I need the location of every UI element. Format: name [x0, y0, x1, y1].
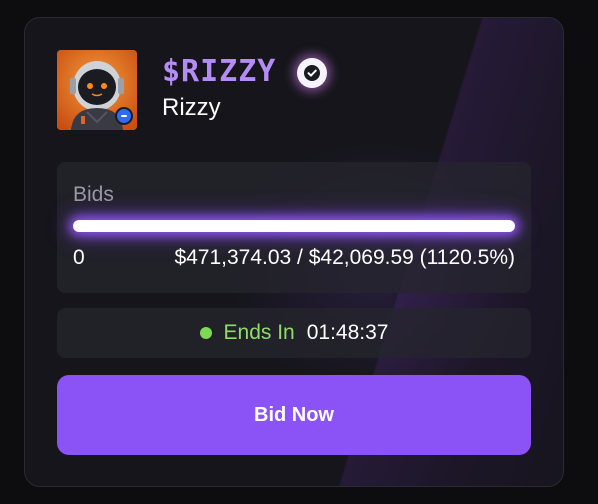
bids-panel: Bids 0 $471,374.03 / $42,069.59 (1120.5%…: [57, 162, 531, 293]
token-ticker: $RIZZY: [162, 54, 277, 89]
bid-now-button[interactable]: Bid Now: [57, 375, 531, 455]
token-auction-card: $RIZZY Rizzy Bids 0 $471,374.03 / $42,06…: [24, 17, 564, 487]
ends-in-label: Ends In: [223, 321, 295, 344]
bids-progress-fill: [73, 220, 515, 232]
avatar-status-badge: [115, 107, 133, 125]
verified-badge-icon: [297, 58, 327, 88]
bids-label: Bids: [73, 183, 114, 206]
status-dot-icon: [199, 327, 212, 339]
auction-timer-panel: Ends In 01:48:37: [57, 308, 531, 358]
bid-count: 0: [73, 246, 85, 269]
countdown-timer: 01:48:37: [306, 321, 389, 344]
token-name: Rizzy: [162, 94, 221, 121]
bids-progress-bar: [73, 220, 515, 232]
bid-amount: $471,374.03 / $42,069.59 (1120.5%): [174, 246, 515, 269]
